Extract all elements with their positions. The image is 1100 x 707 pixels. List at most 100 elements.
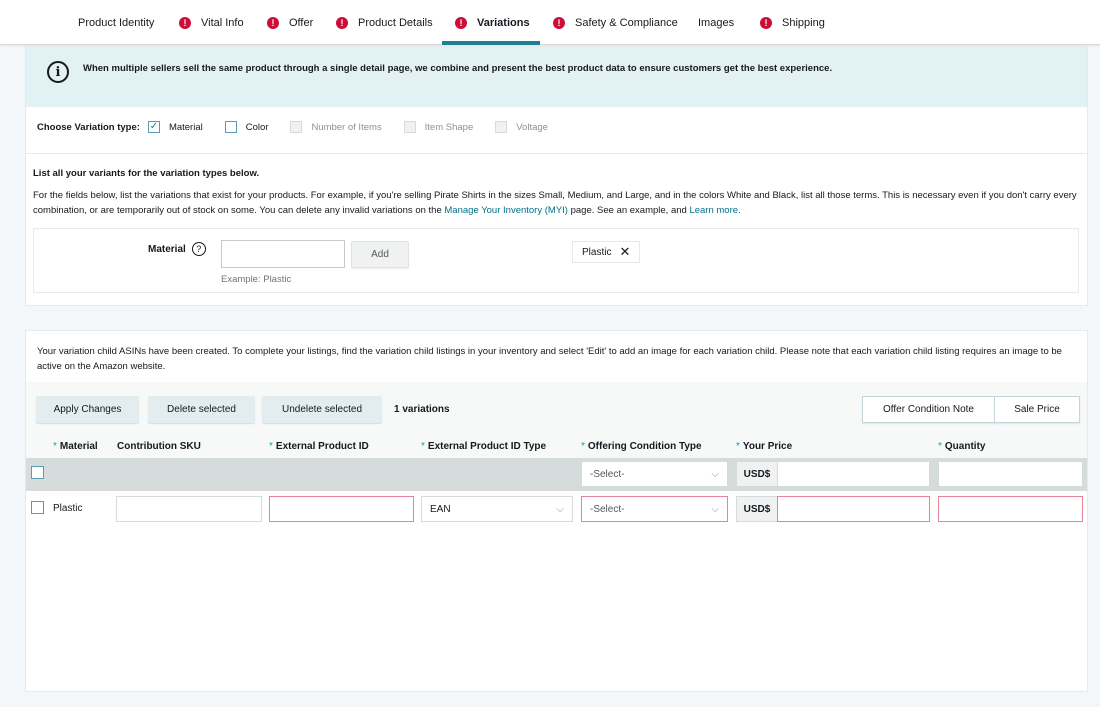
- column-header-contribution-sku: Contribution SKU: [117, 441, 201, 452]
- tab-label: Variations: [477, 16, 530, 29]
- divider: [26, 153, 1087, 154]
- variation-type-voltage: Voltage: [495, 121, 548, 133]
- material-label-text: Material: [148, 243, 186, 255]
- external-product-id-input[interactable]: [269, 496, 414, 522]
- variation-type-label: Choose Variation type:: [37, 121, 140, 133]
- info-icon: i: [47, 61, 69, 83]
- required-mark: *: [421, 441, 425, 452]
- required-mark: *: [736, 441, 740, 452]
- option-label: Voltage: [516, 121, 548, 133]
- select-all-checkbox[interactable]: [31, 466, 44, 479]
- tab-product-details[interactable]: ! Product Details: [336, 0, 433, 45]
- tab-product-identity[interactable]: Product Identity: [78, 0, 154, 45]
- bulk-quantity-input[interactable]: [938, 461, 1083, 487]
- material-example: Example: Plastic: [221, 274, 292, 285]
- apply-changes-button[interactable]: Apply Changes: [36, 396, 139, 423]
- error-icon: !: [553, 16, 565, 29]
- active-tab-indicator: [442, 41, 540, 45]
- chip-label: Plastic: [582, 246, 612, 258]
- column-label: External Product ID Type: [427, 441, 547, 452]
- tab-label: Safety & Compliance: [575, 16, 678, 29]
- tab-safety-compliance[interactable]: ! Safety & Compliance: [553, 0, 678, 45]
- delete-selected-button[interactable]: Delete selected: [148, 396, 255, 423]
- material-chip-plastic: Plastic ✕: [572, 241, 641, 263]
- chevron-down-icon: ⌵: [556, 503, 564, 515]
- variation-count: 1 variations: [394, 404, 450, 415]
- column-header-external-product-id-type: * External Product ID Type: [421, 441, 546, 452]
- offering-condition-select[interactable]: -Select- ⌵: [581, 496, 728, 522]
- tab-images[interactable]: Images: [698, 0, 734, 45]
- select-value: EAN: [430, 503, 451, 515]
- quantity-input[interactable]: [938, 496, 1083, 522]
- bulk-currency-label: USD$: [736, 461, 778, 487]
- variation-type-material[interactable]: ✓ Material: [147, 121, 203, 133]
- material-checkbox[interactable]: ✓: [147, 121, 160, 133]
- required-mark: *: [53, 441, 57, 452]
- column-header-your-price: * Your Price: [736, 441, 792, 452]
- variation-type-row: Choose Variation type: ✓ Material Color …: [37, 120, 570, 134]
- option-label: Number of Items: [311, 121, 382, 133]
- tab-label: Product Details: [358, 16, 433, 29]
- error-icon: !: [267, 16, 279, 29]
- select-value: -Select-: [590, 503, 625, 515]
- variants-title: List all your variants for the variation…: [33, 168, 260, 179]
- tab-offer[interactable]: ! Offer: [267, 0, 313, 45]
- desc-text: page. See an example, and: [567, 205, 690, 216]
- chevron-down-icon: ⌵: [711, 468, 719, 480]
- column-label: Your Price: [742, 441, 793, 452]
- required-mark: *: [269, 441, 273, 452]
- material-input[interactable]: [221, 240, 345, 268]
- column-header-quantity: * Quantity: [938, 441, 985, 452]
- required-mark: *: [938, 441, 942, 452]
- error-icon: !: [336, 16, 348, 29]
- material-label: Material ?: [148, 242, 206, 256]
- price-input[interactable]: [777, 496, 930, 522]
- child-asins-notice: Your variation child ASINs have been cre…: [37, 346, 1062, 372]
- error-icon: !: [455, 16, 467, 29]
- column-label: Contribution SKU: [117, 441, 201, 452]
- add-material-button[interactable]: Add: [351, 241, 409, 268]
- offer-condition-note-button[interactable]: Offer Condition Note: [862, 396, 995, 423]
- bulk-condition-select[interactable]: -Select- ⌵: [581, 461, 728, 487]
- option-label: Item Shape: [424, 121, 474, 133]
- column-header-material: * Material: [53, 441, 98, 452]
- tab-label: Shipping: [782, 16, 825, 29]
- sale-price-button[interactable]: Sale Price: [994, 396, 1080, 423]
- column-label: Quantity: [944, 441, 986, 452]
- tab-variations[interactable]: ! Variations: [455, 0, 530, 45]
- chevron-down-icon: ⌵: [711, 503, 719, 515]
- bulk-price-input[interactable]: [777, 461, 930, 487]
- column-label: Material: [59, 441, 98, 452]
- tab-label: Product Identity: [78, 16, 155, 29]
- undelete-selected-button[interactable]: Undelete selected: [262, 396, 382, 423]
- row-material: Plastic: [53, 503, 83, 514]
- tab-shipping[interactable]: ! Shipping: [760, 0, 825, 45]
- info-text: When multiple sellers sell the same prod…: [83, 63, 833, 74]
- required-mark: *: [581, 441, 585, 452]
- variants-description: For the fields below, list the variation…: [33, 188, 1083, 218]
- manage-inventory-link[interactable]: Manage Your Inventory (MYI): [444, 205, 568, 216]
- tab-vital-info[interactable]: ! Vital Info: [179, 0, 244, 45]
- variation-type-item-shape: Item Shape: [403, 121, 474, 133]
- currency-label: USD$: [736, 496, 778, 522]
- color-checkbox[interactable]: [224, 121, 237, 133]
- desc-text: .: [738, 205, 741, 216]
- external-product-id-type-select[interactable]: EAN ⌵: [421, 496, 573, 522]
- learn-more-link[interactable]: Learn more: [689, 205, 738, 216]
- variation-type-color[interactable]: Color: [224, 121, 268, 133]
- column-header-external-product-id: * External Product ID: [269, 441, 369, 452]
- help-icon[interactable]: ?: [191, 242, 206, 256]
- number-of-items-checkbox: [290, 121, 303, 133]
- column-label: Offering Condition Type: [587, 441, 702, 452]
- tab-label: Offer: [289, 16, 314, 29]
- row-checkbox[interactable]: [31, 501, 44, 514]
- tab-bar: Product Identity ! Vital Info ! Offer ! …: [0, 0, 1100, 45]
- close-icon[interactable]: ✕: [619, 244, 630, 260]
- select-value: -Select-: [590, 468, 625, 480]
- info-banner: i When multiple sellers sell the same pr…: [26, 47, 1087, 107]
- variation-type-number-of-items: Number of Items: [290, 121, 382, 133]
- item-shape-checkbox: [403, 121, 416, 133]
- sku-input[interactable]: [116, 496, 262, 522]
- column-label: External Product ID: [275, 441, 369, 452]
- option-label: Material: [168, 121, 203, 133]
